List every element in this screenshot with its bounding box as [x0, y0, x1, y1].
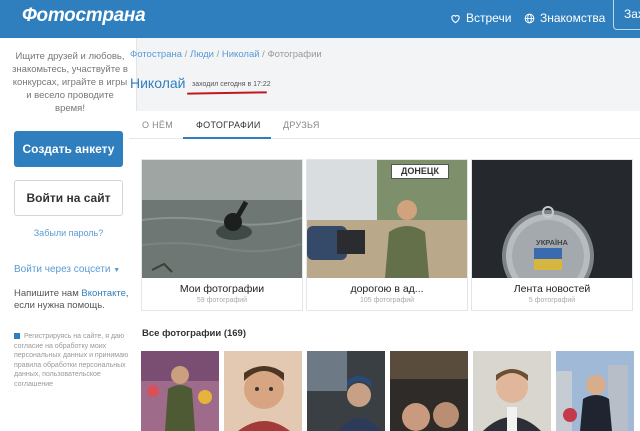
breadcrumb-user[interactable]: Николай	[222, 49, 260, 60]
album-card[interactable]: УКРАЇНА Лента новостей 5 фотографий	[471, 159, 633, 311]
nav-dating-label: Знакомства	[540, 11, 606, 25]
city-sign: ДОНЕЦК	[391, 164, 449, 179]
last-seen-status: заходил сегодня в 17:22	[192, 81, 271, 88]
album-count: 59 фотографий	[196, 297, 248, 304]
profile-tabs: О НЁМ ФОТОГРАФИИ ДРУЗЬЯ	[129, 111, 640, 139]
nav-meetings[interactable]: Встречи	[450, 8, 511, 28]
photo-thumbnail[interactable]	[224, 351, 302, 431]
help-text: Напишите нам Вконтакте, если нужна помощ…	[14, 288, 132, 312]
nav-dating[interactable]: Знакомства	[524, 8, 605, 28]
login-button[interactable]: Войти на сайт	[14, 180, 123, 216]
tab-about[interactable]: О НЁМ	[142, 120, 173, 130]
album-cover-image	[142, 160, 302, 278]
profile-name: Николай	[130, 75, 186, 91]
all-photos-heading: Все фотографии (169)	[142, 328, 247, 339]
album-card[interactable]: Мои фотографии 59 фотографий	[141, 159, 303, 311]
album-count: 5 фотографий	[528, 297, 576, 304]
nav-meetings-label: Встречи	[466, 11, 512, 25]
social-login-link[interactable]: Войти через соцсети ▼	[14, 264, 120, 275]
photo-thumbnail[interactable]	[307, 351, 385, 431]
tab-photos[interactable]: ФОТОГРАФИИ	[196, 120, 261, 130]
album-cover-image	[472, 160, 632, 278]
album-title: Лента новостей	[513, 283, 591, 295]
left-sidebar: Ищите друзей и любовь, знакомьтесь, учас…	[0, 38, 137, 431]
medal-inscription: УКРАЇНА	[528, 238, 576, 247]
social-login-label: Войти через соцсети	[14, 264, 111, 275]
site-logo[interactable]: Фотострана	[22, 5, 146, 27]
vk-link[interactable]: Вконтакте	[81, 288, 125, 299]
header-login-button[interactable]: Заходи	[613, 0, 640, 30]
breadcrumb: Фотострана / Люди / Николай / Фотографии	[130, 49, 322, 60]
album-title: Мои фотографии	[179, 283, 265, 295]
breadcrumb-current: Фотографии	[267, 49, 322, 60]
help-prefix: Напишите нам	[14, 288, 79, 299]
consent-checkbox[interactable]	[14, 333, 20, 340]
photo-thumbnail[interactable]	[390, 351, 468, 431]
album-count: 105 фотографий	[359, 297, 415, 304]
city-sign-text: ДОНЕЦК	[401, 166, 439, 176]
active-tab-indicator	[183, 137, 271, 139]
promo-text: Ищите друзей и любовь, знакомьтесь, учас…	[12, 51, 128, 114]
globe-icon	[524, 13, 535, 23]
profile-content: О НЁМ ФОТОГРАФИИ ДРУЗЬЯ Мои фотографии 5…	[129, 111, 640, 431]
forgot-password-link[interactable]: Забыли пароль?	[14, 228, 123, 238]
album-title: дорогою в ад...	[350, 283, 424, 295]
breadcrumb-people[interactable]: Люди	[190, 49, 214, 60]
medal-inscription-text: УКРАЇНА	[536, 238, 568, 247]
caret-down-icon: ▼	[113, 267, 121, 274]
photo-thumbnail[interactable]	[473, 351, 551, 431]
consent-label: Регистрируясь на сайте, я даю согласие н…	[14, 333, 129, 388]
heart-icon	[451, 14, 460, 23]
tab-friends[interactable]: ДРУЗЬЯ	[283, 120, 320, 130]
consent-text: Регистрируясь на сайте, я даю согласие н…	[14, 332, 132, 389]
top-header: Фотострана Встречи Знакомства Заходи	[0, 0, 640, 38]
breadcrumb-home[interactable]: Фотострана	[130, 49, 182, 60]
create-profile-button[interactable]: Создать анкету	[14, 131, 123, 167]
album-card[interactable]: ДОНЕЦК дорогою в ад... 105 фотографий	[306, 159, 468, 311]
red-underline-annotation	[186, 91, 268, 95]
photo-thumbnail[interactable]	[556, 351, 634, 431]
photo-thumbnail[interactable]	[141, 351, 219, 431]
